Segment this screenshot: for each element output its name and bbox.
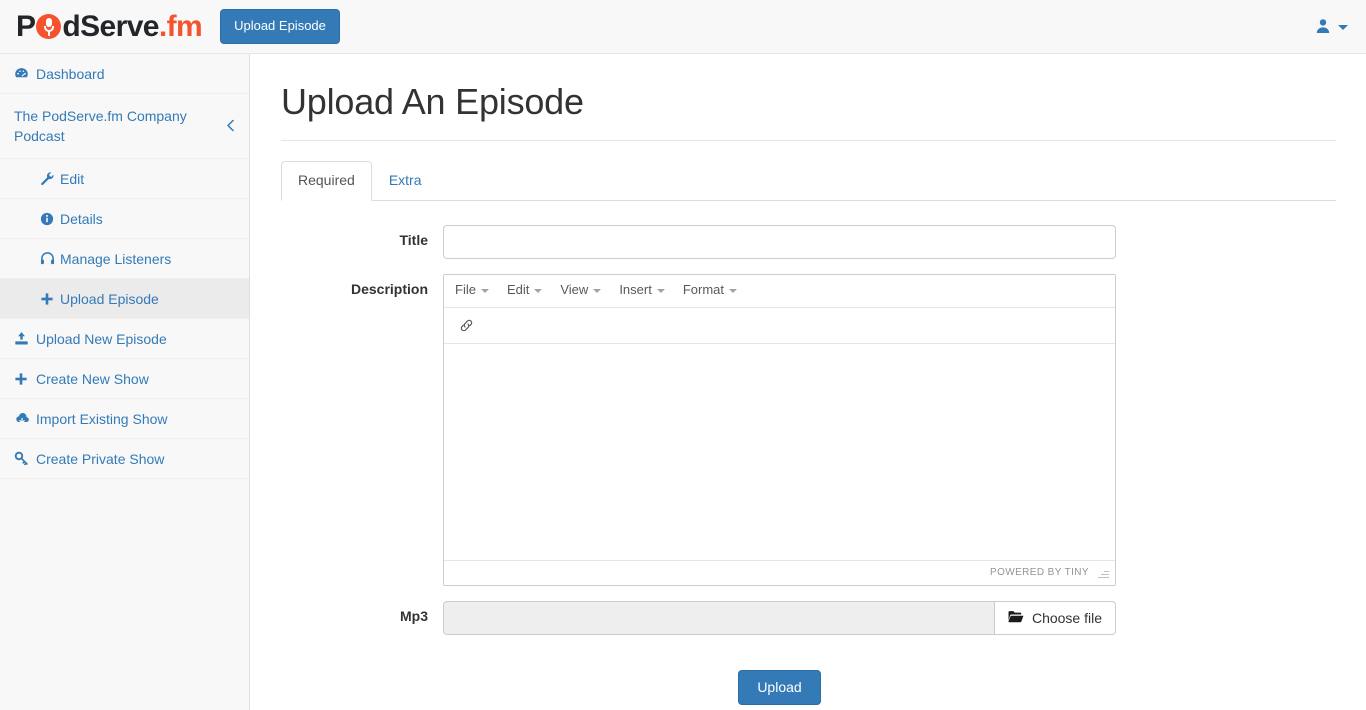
choose-file-button[interactable]: Choose file — [993, 600, 1116, 635]
sidebar-item-label: Dashboard — [36, 65, 105, 82]
title-input[interactable] — [443, 224, 1116, 259]
editor-statusbar: POWERED BY TINY — [444, 559, 1115, 585]
key-icon — [14, 451, 36, 466]
sidebar-item-label: Import Existing Show — [36, 410, 168, 427]
title-divider — [281, 139, 1336, 141]
sidebar-item-edit[interactable]: Edit — [0, 159, 249, 199]
editor-menubar: File Edit View Insert Format — [444, 274, 1115, 308]
editor-menu-format[interactable]: Format — [674, 278, 746, 303]
top-navbar: P dServe .fm Upload Episode — [0, 0, 1366, 54]
sidebar-show-group-label: The PodServe.fm Company Podcast — [14, 108, 187, 144]
mp3-field-wrap: Choose file — [443, 600, 1116, 635]
choose-file-label: Choose file — [1031, 609, 1102, 626]
sidebar-item-label: Edit — [60, 170, 85, 187]
upload-episode-form: Title Description File Edit View Insert … — [251, 201, 1366, 706]
tab-extra[interactable]: Extra — [372, 161, 439, 201]
brand-logo[interactable]: P dServe .fm — [16, 0, 203, 54]
mp3-label: Mp3 — [400, 607, 428, 624]
chevron-left-icon[interactable] — [226, 119, 235, 134]
title-field-wrap — [443, 224, 1116, 259]
sidebar-item-import-existing-show[interactable]: Import Existing Show — [0, 399, 249, 439]
sidebar-item-label: Upload Episode — [60, 290, 159, 307]
brand-logo-text: P dServe .fm — [16, 9, 203, 43]
submit-center-wrap: Upload — [443, 669, 1116, 706]
editor-menu-view[interactable]: View — [551, 278, 610, 303]
sidebar-item-label: Upload New Episode — [36, 330, 167, 347]
upload-episode-nav-button[interactable]: Upload Episode — [220, 9, 340, 44]
brand-text-suffix: .fm — [158, 9, 203, 43]
mp3-filename-display — [443, 600, 994, 635]
microphone-icon — [36, 14, 62, 39]
page-title: Upload An Episode — [281, 81, 584, 122]
form-row-submit: Upload — [251, 669, 1366, 706]
folder-open-icon — [1008, 610, 1024, 626]
editor-branding[interactable]: POWERED BY TINY — [990, 567, 1089, 578]
chevron-down-icon — [656, 288, 665, 293]
main-content: Upload An Episode Required Extra Title D… — [251, 54, 1366, 710]
sidebar-item-create-new-show[interactable]: Create New Show — [0, 359, 249, 399]
description-label: Description — [350, 280, 428, 297]
sidebar-item-label: Create New Show — [36, 370, 149, 387]
form-row-mp3: Mp3 Choose file — [251, 600, 1366, 635]
chevron-down-icon — [534, 288, 543, 293]
sidebar-item-label: Create Private Show — [36, 450, 165, 467]
sidebar-item-upload-new-episode[interactable]: Upload New Episode — [0, 319, 249, 359]
chevron-down-icon — [1338, 24, 1348, 30]
upload-icon — [14, 331, 36, 346]
upload-submit-button[interactable]: Upload — [738, 669, 821, 706]
chevron-down-icon — [729, 288, 737, 293]
sidebar-show-group-header[interactable]: The PodServe.fm Company Podcast — [0, 94, 249, 159]
wrench-icon — [40, 171, 60, 186]
editor-content-area[interactable] — [444, 343, 1115, 560]
sidebar: Dashboard The PodServe.fm Company Podcas… — [0, 54, 250, 710]
user-icon — [1315, 18, 1331, 37]
chevron-down-icon — [480, 288, 489, 293]
plus-icon — [14, 372, 36, 386]
editor-menu-edit[interactable]: Edit — [498, 278, 551, 303]
tachometer-icon — [14, 66, 36, 81]
user-account-menu[interactable] — [1315, 0, 1348, 54]
description-field-wrap: File Edit View Insert Format POWERED BY … — [443, 273, 1116, 586]
submit-spacer — [251, 670, 443, 706]
sidebar-item-upload-episode[interactable]: Upload Episode — [0, 279, 249, 319]
file-input-group: Choose file — [443, 600, 1116, 635]
rich-text-editor: File Edit View Insert Format POWERED BY … — [443, 273, 1116, 586]
sidebar-item-create-private-show[interactable]: Create Private Show — [0, 439, 249, 479]
cloud-download-icon — [14, 411, 36, 426]
chevron-down-icon — [593, 288, 602, 293]
sidebar-item-dashboard[interactable]: Dashboard — [0, 54, 249, 94]
tab-required[interactable]: Required — [281, 161, 372, 201]
info-circle-icon — [40, 212, 60, 226]
link-icon[interactable] — [452, 312, 480, 338]
brand-text-pre: P — [16, 9, 36, 43]
title-label: Title — [399, 231, 428, 248]
editor-toolbar — [444, 307, 1115, 344]
form-row-description: Description File Edit View Insert Format… — [251, 273, 1366, 586]
sidebar-item-details[interactable]: Details — [0, 199, 249, 239]
sidebar-item-label: Manage Listeners — [60, 250, 172, 267]
tab-bar: Required Extra — [281, 161, 1336, 201]
plus-icon — [40, 292, 60, 306]
sidebar-item-manage-listeners[interactable]: Manage Listeners — [0, 239, 249, 279]
sidebar-item-label: Details — [60, 210, 103, 227]
resize-grip-icon[interactable] — [1097, 567, 1109, 579]
form-row-title: Title — [251, 224, 1366, 259]
editor-menu-file[interactable]: File — [446, 278, 498, 303]
editor-menu-insert[interactable]: Insert — [610, 278, 674, 303]
headphones-icon — [40, 251, 60, 266]
brand-text-mid: dServe — [62, 9, 159, 43]
